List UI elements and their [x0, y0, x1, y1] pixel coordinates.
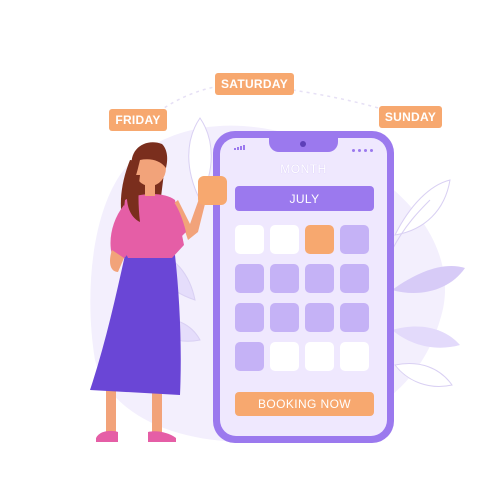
woman-figure	[90, 142, 206, 442]
illustration: FRIDAY SATURDAY SUNDAY MONTH JULY BOOKIN…	[0, 0, 500, 500]
held-date-card[interactable]	[198, 176, 227, 205]
